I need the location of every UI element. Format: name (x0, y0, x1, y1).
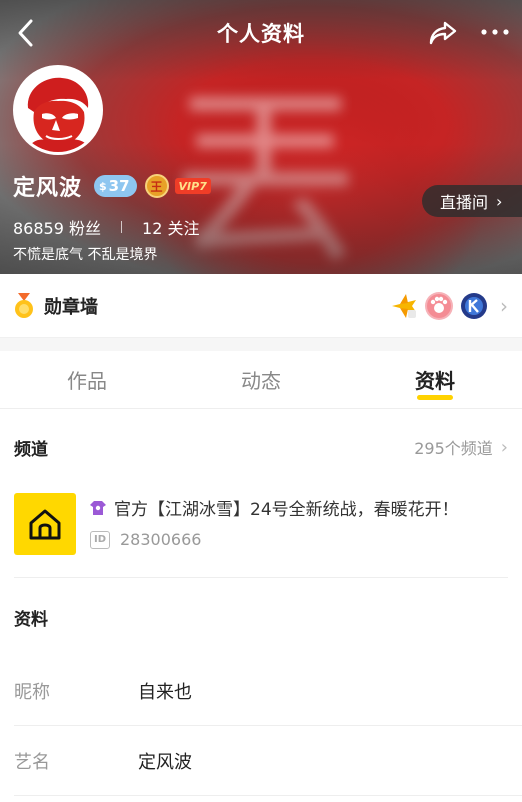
chevron-right-icon: › (500, 436, 508, 458)
follow-stat[interactable]: 12 关注 (142, 215, 199, 239)
nav-bar: 个人资料 (0, 0, 522, 66)
chevron-right-icon: › (500, 293, 508, 318)
info-row-stage-name: 艺名 定风波 (14, 726, 522, 796)
paw-medal-icon (425, 291, 453, 320)
info-section-title: 资料 (14, 609, 48, 630)
info-value: 定风波 (138, 751, 192, 773)
tab-info[interactable]: 资料 (348, 351, 522, 408)
avatar[interactable] (13, 65, 103, 155)
name-row: 定风波 $37 王 VIP7 (13, 170, 211, 202)
channel-section-header: 频道 295个频道 › (0, 409, 522, 485)
medal-wall[interactable]: 勋章墙 › (0, 274, 522, 338)
chevron-right-icon: › (496, 191, 503, 211)
medal-wall-title: 勋章墙 (44, 296, 98, 318)
medal-list (383, 291, 488, 320)
plane-medal-icon (390, 292, 418, 320)
house-icon (29, 509, 61, 540)
channel-title: 官方【江湖冰雪】24号全新统战，春暖花开！ (114, 500, 459, 520)
profile-header: 丟 个人资料 定风波 $37 王 VIP7 直播间 › (0, 0, 522, 274)
profile-tabs: 作品 动态 资料 (0, 351, 522, 409)
username: 定风波 (13, 176, 83, 201)
info-row-nickname: 昵称 自来也 (14, 656, 522, 726)
coin-icon: $ (99, 179, 107, 193)
channel-more-link[interactable]: 295个频道 › (414, 435, 508, 459)
bio: 不慌是底气 不乱是境界 (13, 247, 158, 263)
channel-section-title: 频道 (14, 439, 48, 460)
noble-badge: 王 (144, 174, 169, 198)
vip-badge: VIP7 (174, 178, 211, 194)
info-label: 艺名 (14, 751, 50, 773)
fans-stat[interactable]: 86859 粉丝 (13, 215, 101, 239)
live-room-button[interactable]: 直播间 › (422, 185, 522, 217)
tab-feed[interactable]: 动态 (174, 351, 348, 408)
k-medal-icon (460, 292, 488, 320)
more-icon[interactable] (480, 22, 510, 42)
channel-thumbnail (14, 493, 76, 555)
info-label: 昵称 (14, 681, 50, 703)
channel-item[interactable]: 官方【江湖冰雪】24号全新统战，春暖花开！ ID 28300666 (0, 485, 522, 577)
share-icon[interactable] (428, 20, 458, 46)
shirt-icon (90, 500, 106, 515)
page-title: 个人资料 (217, 22, 305, 46)
info-value: 自来也 (138, 681, 192, 703)
id-icon: ID (90, 530, 110, 549)
stats-row: 86859 粉丝 12 关注 (13, 215, 199, 239)
back-icon[interactable] (14, 18, 40, 48)
medal-icon (15, 292, 33, 318)
channel-id: 28300666 (120, 530, 202, 549)
level-badge: $37 (94, 175, 137, 197)
tab-works[interactable]: 作品 (0, 351, 174, 408)
